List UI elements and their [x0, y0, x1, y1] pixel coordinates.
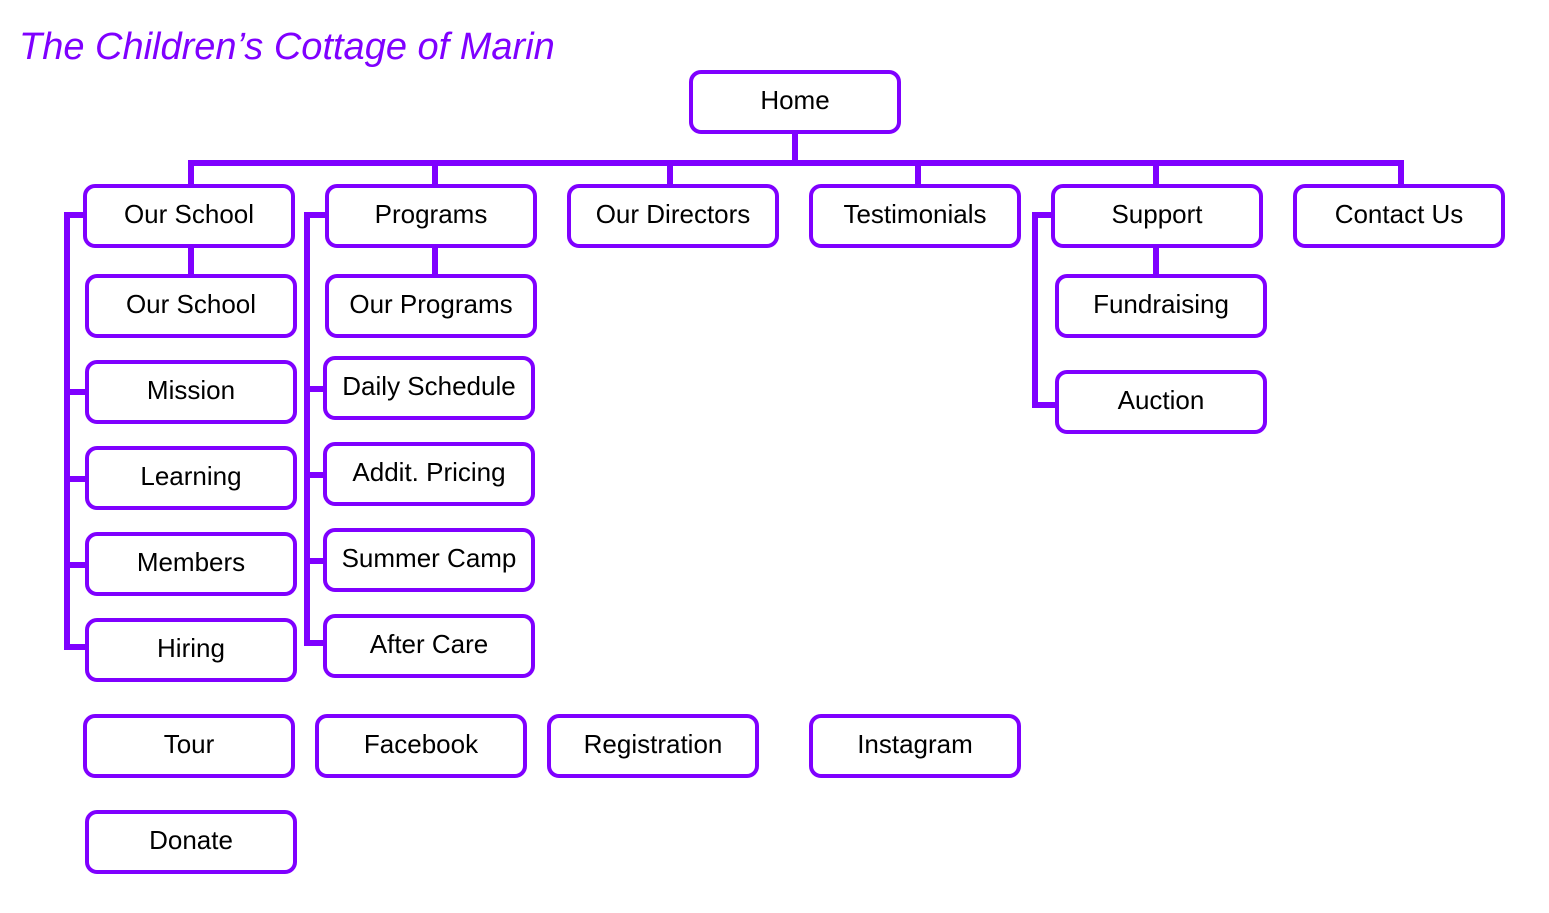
node-after-care[interactable]: After Care — [323, 614, 535, 678]
diagram-title: The Children’s Cottage of Marin — [19, 26, 555, 68]
node-our-school-page[interactable]: Our School — [85, 274, 297, 338]
connector-support — [1153, 160, 1159, 186]
connector-our-directors — [667, 160, 673, 186]
connector-programs-child — [432, 246, 438, 276]
node-facebook[interactable]: Facebook — [315, 714, 527, 778]
node-donate[interactable]: Donate — [85, 810, 297, 874]
node-programs[interactable]: Programs — [325, 184, 537, 248]
connector-our-school — [188, 160, 194, 186]
connector-programs-spine — [304, 212, 310, 646]
connector-our-school-spine — [64, 212, 70, 650]
node-our-directors[interactable]: Our Directors — [567, 184, 779, 248]
node-members[interactable]: Members — [85, 532, 297, 596]
connector-top-bar — [188, 160, 1404, 166]
node-daily-schedule[interactable]: Daily Schedule — [323, 356, 535, 420]
node-support[interactable]: Support — [1051, 184, 1263, 248]
node-hiring[interactable]: Hiring — [85, 618, 297, 682]
connector-support-spine — [1032, 212, 1038, 408]
connector-our-school-child — [188, 246, 194, 276]
node-registration[interactable]: Registration — [547, 714, 759, 778]
node-fundraising[interactable]: Fundraising — [1055, 274, 1267, 338]
connector-support-child — [1153, 246, 1159, 276]
node-summer-camp[interactable]: Summer Camp — [323, 528, 535, 592]
connector-testimonials — [915, 160, 921, 186]
node-our-school[interactable]: Our School — [83, 184, 295, 248]
node-addit-pricing[interactable]: Addit. Pricing — [323, 442, 535, 506]
node-our-programs[interactable]: Our Programs — [325, 274, 537, 338]
node-auction[interactable]: Auction — [1055, 370, 1267, 434]
node-contact-us[interactable]: Contact Us — [1293, 184, 1505, 248]
node-learning[interactable]: Learning — [85, 446, 297, 510]
node-tour[interactable]: Tour — [83, 714, 295, 778]
connector-contact-us — [1398, 160, 1404, 186]
node-mission[interactable]: Mission — [85, 360, 297, 424]
node-home[interactable]: Home — [689, 70, 901, 134]
node-testimonials[interactable]: Testimonials — [809, 184, 1021, 248]
node-instagram[interactable]: Instagram — [809, 714, 1021, 778]
connector-programs — [432, 160, 438, 186]
